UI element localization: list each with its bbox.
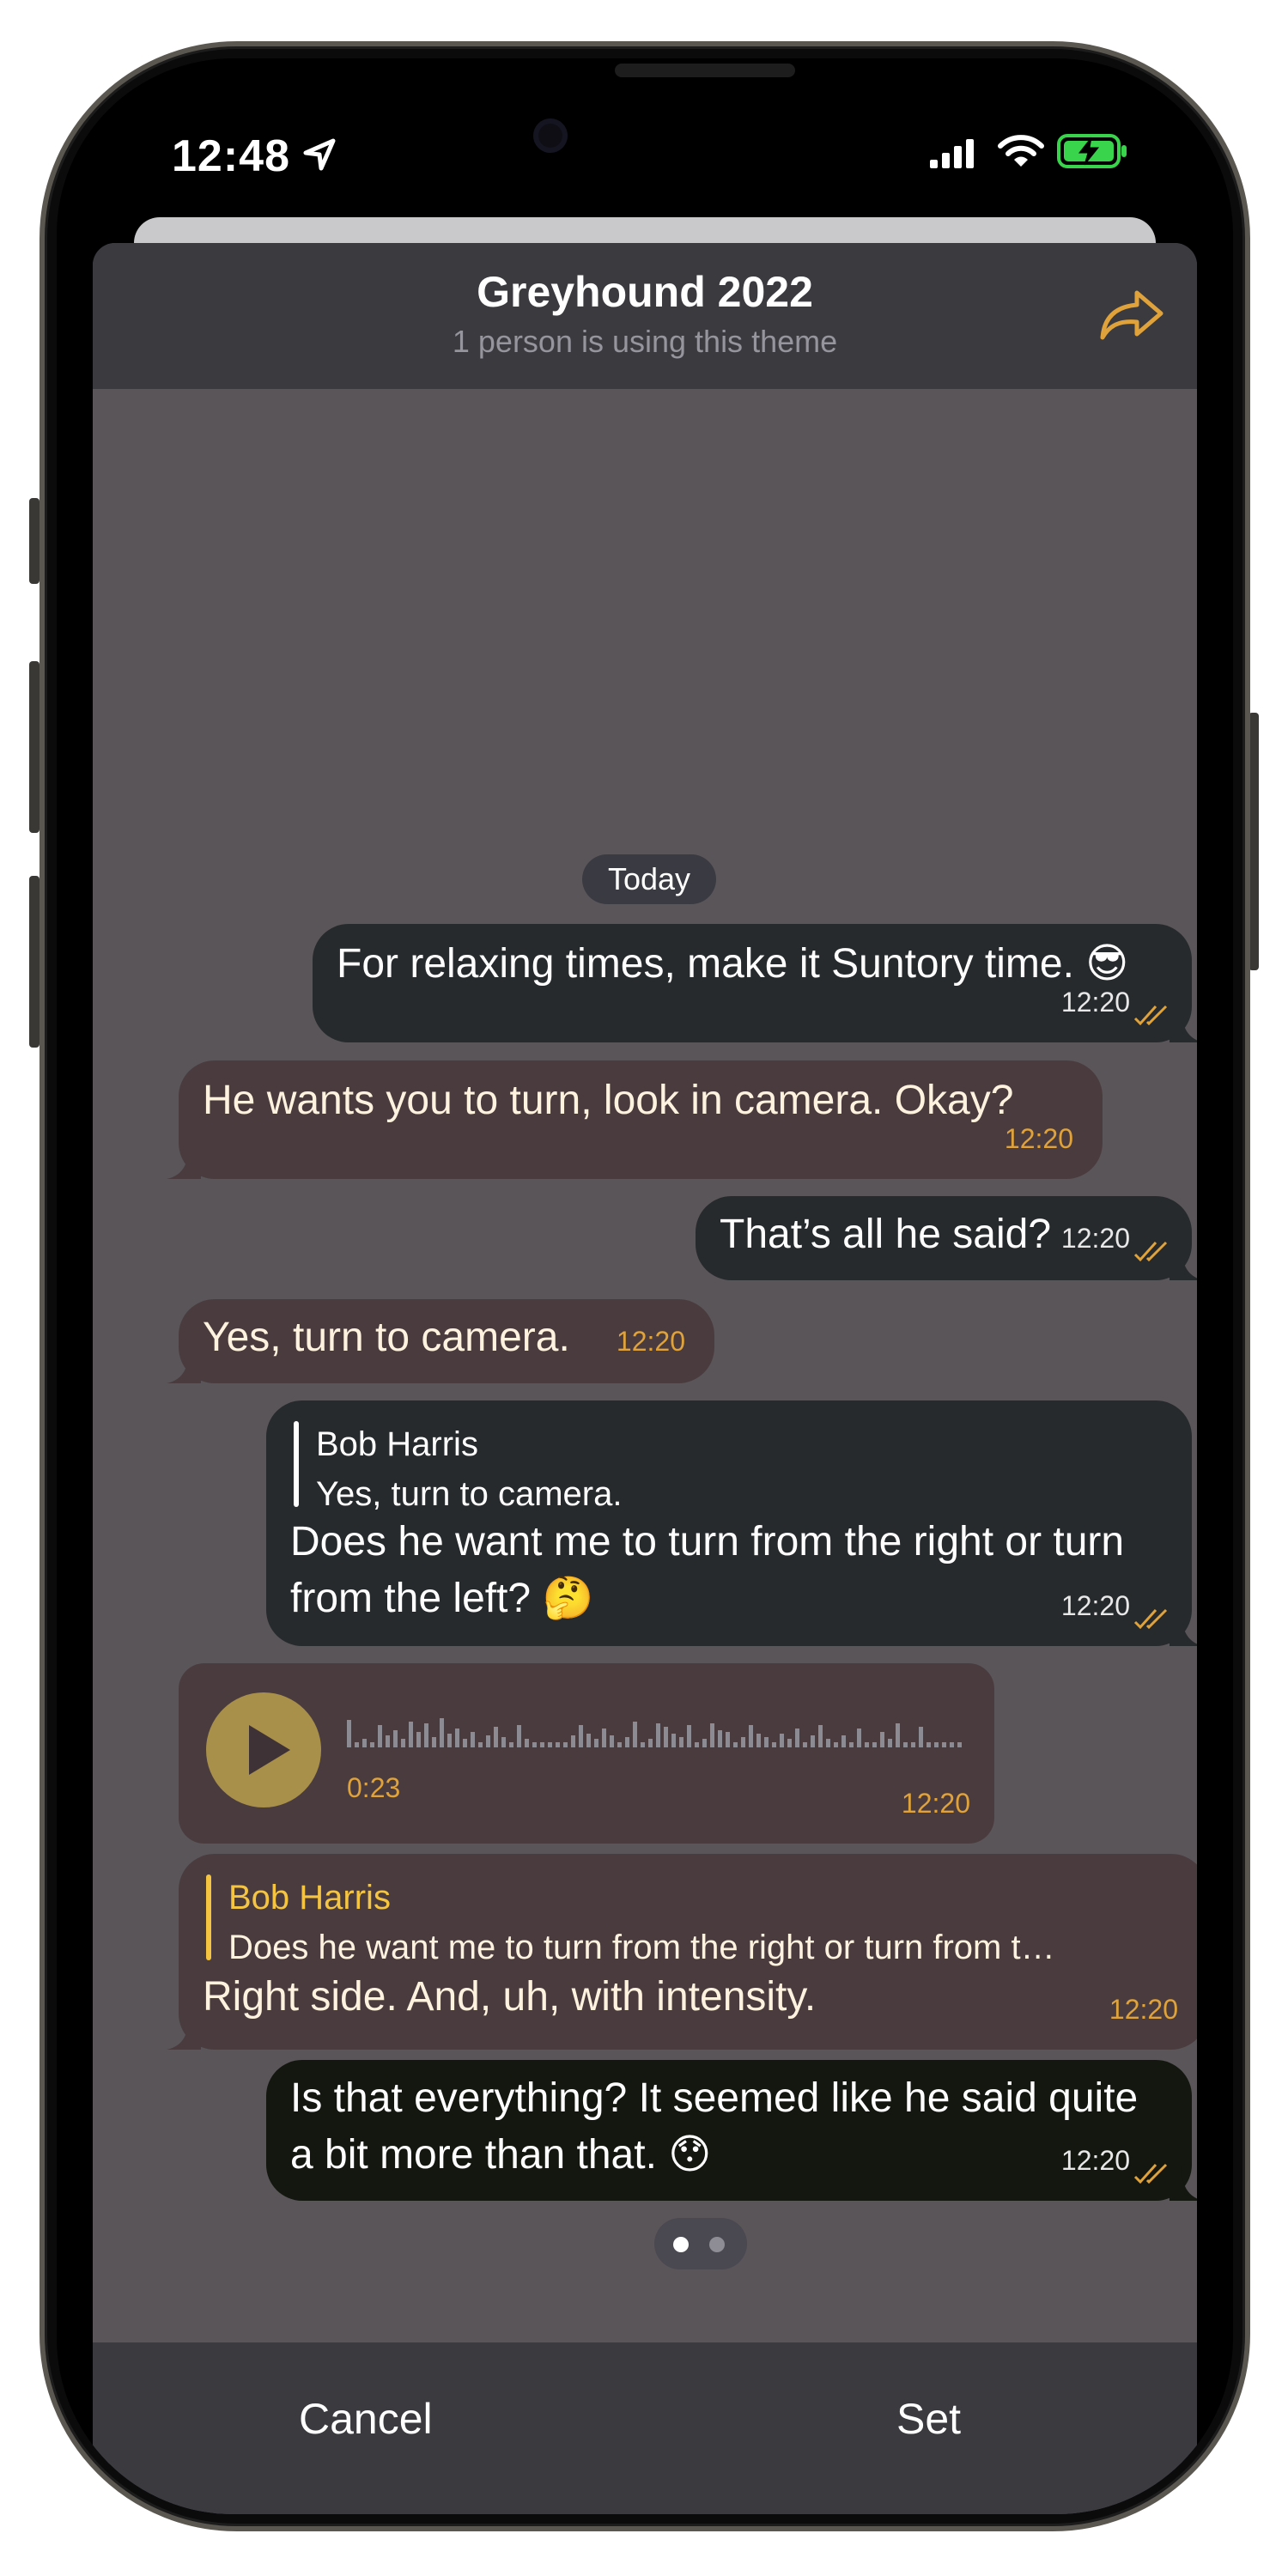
message-text: For relaxing times, make it Suntory time… [337,941,1129,987]
volume-down-button [29,876,39,1048]
location-arrow-icon [303,138,336,171]
set-button[interactable]: Set [896,2394,961,2444]
message-text-line-1: Does he want me to turn from the right o… [290,1519,1125,1564]
voice-duration: 0:23 [347,1772,401,1803]
message-time: 12:20 [616,1326,685,1357]
read-checks-icon [1133,1241,1168,1262]
message-text-line-1: Is that everything? It seemed like he sa… [290,2075,1139,2121]
read-checks-icon [1133,2163,1168,2184]
read-checks-icon [1133,1608,1168,1630]
message-time: 12:20 [1060,987,1130,1018]
sheet-footer: Cancel Set [93,2342,1197,2514]
battery-charging-icon [1057,134,1127,168]
chat-preview: Today For relaxing times, make it Suntor… [93,389,1197,2342]
message-bubble-outgoing[interactable]: For relaxing times, make it Suntory time… [313,924,1197,1042]
cellular-signal-icon [930,139,974,168]
message-text: He wants you to turn, look in camera. Ok… [203,1078,1014,1123]
message-bubble-incoming[interactable]: He wants you to turn, look in camera. Ok… [167,1060,1103,1179]
reply-sender-name: Bob Harris [316,1425,478,1463]
reply-bar [294,1421,299,1507]
sheet-header: Greyhound 2022 1 person is using this th… [93,243,1197,389]
reply-bar [206,1874,211,1960]
theme-title: Greyhound 2022 [477,268,813,316]
volume-up-button [29,661,39,833]
read-checks-icon [1133,1005,1168,1026]
message-text-line-2: from the left? 🤔 [290,1576,594,1621]
message-time: 12:20 [1060,1223,1130,1254]
message-time: 12:20 [1004,1123,1073,1154]
message-bubble-incoming-reply[interactable]: Bob Harris Does he want me to turn from … [167,1854,1197,2050]
page-dot[interactable] [709,2237,725,2252]
page-dot-active[interactable] [673,2237,689,2252]
voice-message-bubble[interactable]: 0:23 12:20 [179,1663,994,1844]
date-chip: Today [582,854,716,904]
bubble-tail [167,2015,201,2050]
page-indicator[interactable] [654,2218,747,2269]
phone-screen: 12:48 Greyhound 2022 1 person is using t… [57,58,1233,2514]
message-time: 12:20 [1109,1994,1178,2025]
message-time: 12:20 [1060,2145,1130,2176]
reply-sender-name: Bob Harris [228,1879,391,1917]
mute-switch [29,498,39,584]
cancel-button[interactable]: Cancel [299,2394,433,2444]
message-bubble-outgoing-reply[interactable]: Bob Harris Yes, turn to camera. Does he … [266,1400,1197,1646]
bubble-tail [167,1349,201,1383]
voice-waveform [347,1718,962,1747]
earpiece-speaker [615,64,795,77]
message-bubble-outgoing[interactable]: Is that everything? It seemed like he sa… [266,2060,1197,2201]
wifi-icon [998,135,1044,167]
bubble-tail [1170,1246,1197,1280]
status-time: 12:48 [172,131,290,181]
reply-quote-text: Does he want me to turn from the right o… [228,1929,1055,1966]
message-time: 12:20 [1060,1590,1130,1621]
bubble-tail [1170,1612,1197,1646]
play-button-icon[interactable] [206,1692,321,1807]
bubble-tail [167,1145,201,1179]
message-bubble-outgoing[interactable]: That’s all he said? 12:20 [696,1196,1197,1280]
message-text: Right side. And, uh, with intensity. [203,1974,817,2020]
message-text-line-2: a bit more than that. 😯 [290,2132,712,2178]
bubble-tail [1170,2166,1197,2201]
share-icon[interactable] [1097,286,1166,346]
theme-preview-sheet: Greyhound 2022 1 person is using this th… [93,243,1197,2514]
theme-subtitle: 1 person is using this theme [452,324,838,359]
front-camera [533,118,568,153]
message-text: That’s all he said? [720,1212,1052,1257]
bubble-tail [1170,1008,1197,1042]
message-bubble-incoming[interactable]: Yes, turn to camera. 12:20 [167,1299,714,1383]
message-time: 12:20 [901,1788,970,1819]
message-text: Yes, turn to camera. [203,1315,570,1360]
